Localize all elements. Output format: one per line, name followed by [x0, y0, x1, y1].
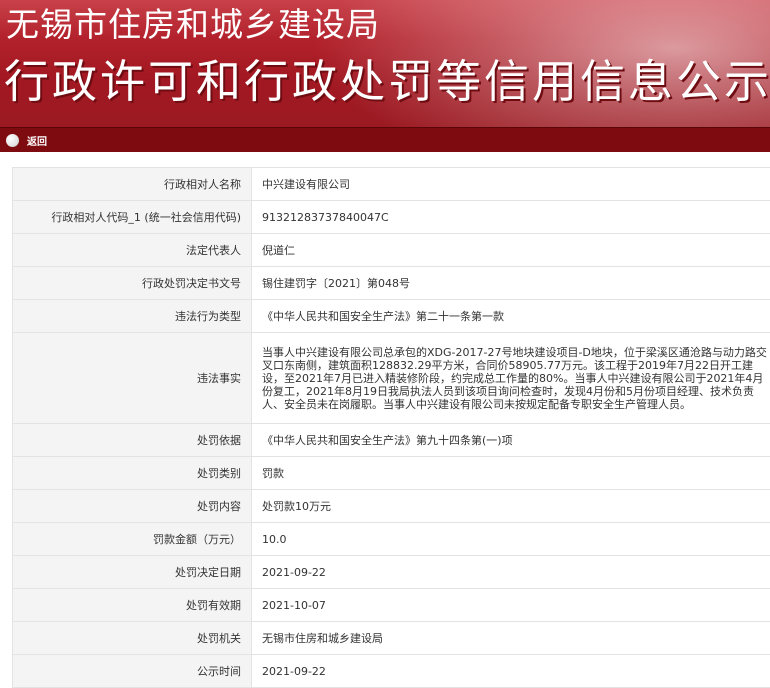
- table-row: 处罚内容 处罚款10万元: [13, 490, 770, 523]
- table-row: 违法行为类型 《中华人民共和国安全生产法》第二十一条第一款: [13, 300, 770, 333]
- row-label: 行政处罚决定书文号: [13, 267, 252, 300]
- row-value: 当事人中兴建设有限公司总承包的XDG-2017-27号地块建设项目-D地块，位于…: [252, 333, 770, 424]
- row-value: 处罚款10万元: [252, 490, 770, 523]
- row-value: 《中华人民共和国安全生产法》第九十四条第(一)项: [252, 424, 770, 457]
- row-label: 处罚机关: [13, 622, 252, 655]
- header-banner: 无锡市住房和城乡建设局 行政许可和行政处罚等信用信息公示专栏: [0, 0, 770, 127]
- row-label: 公示时间: [13, 655, 252, 688]
- table-row: 处罚决定日期 2021-09-22: [13, 556, 770, 589]
- row-label: 违法行为类型: [13, 300, 252, 333]
- row-value: 10.0: [252, 523, 770, 556]
- circle-bullet-icon: [6, 134, 19, 147]
- row-value: 倪道仁: [252, 234, 770, 267]
- site-title: 无锡市住房和城乡建设局: [6, 2, 380, 48]
- row-label: 处罚内容: [13, 490, 252, 523]
- row-label: 行政相对人名称: [13, 168, 252, 201]
- row-value: 91321283737840047C: [252, 201, 770, 234]
- row-value: 2021-10-07: [252, 589, 770, 622]
- table-row: 行政相对人名称 中兴建设有限公司: [13, 168, 770, 201]
- row-label: 违法事实: [13, 333, 252, 424]
- nav-bar: 返回: [0, 127, 770, 152]
- back-button[interactable]: 返回: [6, 132, 47, 148]
- row-label: 法定代表人: [13, 234, 252, 267]
- row-label: 处罚有效期: [13, 589, 252, 622]
- table-row: 处罚有效期 2021-10-07: [13, 589, 770, 622]
- row-value: 无锡市住房和城乡建设局: [252, 622, 770, 655]
- table-row: 公示时间 2021-09-22: [13, 655, 770, 688]
- back-label: 返回: [27, 133, 47, 148]
- table-row: 处罚依据 《中华人民共和国安全生产法》第九十四条第(一)项: [13, 424, 770, 457]
- table-row: 罚款金额（万元） 10.0: [13, 523, 770, 556]
- penalty-info-table: 行政相对人名称 中兴建设有限公司 行政相对人代码_1 (统一社会信用代码) 91…: [12, 167, 770, 688]
- table-row: 处罚机关 无锡市住房和城乡建设局: [13, 622, 770, 655]
- row-label: 处罚类别: [13, 457, 252, 490]
- row-label: 罚款金额（万元）: [13, 523, 252, 556]
- site-subtitle: 行政许可和行政处罚等信用信息公示专栏: [4, 52, 770, 112]
- row-value: 《中华人民共和国安全生产法》第二十一条第一款: [252, 300, 770, 333]
- row-label: 处罚依据: [13, 424, 252, 457]
- row-value: 2021-09-22: [252, 556, 770, 589]
- table-row: 法定代表人 倪道仁: [13, 234, 770, 267]
- table-row: 行政处罚决定书文号 锡住建罚字〔2021〕第048号: [13, 267, 770, 300]
- table-row: 行政相对人代码_1 (统一社会信用代码) 91321283737840047C: [13, 201, 770, 234]
- row-label: 处罚决定日期: [13, 556, 252, 589]
- row-label: 行政相对人代码_1 (统一社会信用代码): [13, 201, 252, 234]
- row-value: 锡住建罚字〔2021〕第048号: [252, 267, 770, 300]
- row-value: 罚款: [252, 457, 770, 490]
- row-value: 中兴建设有限公司: [252, 168, 770, 201]
- table-row: 违法事实 当事人中兴建设有限公司总承包的XDG-2017-27号地块建设项目-D…: [13, 333, 770, 424]
- table-row: 处罚类别 罚款: [13, 457, 770, 490]
- row-value: 2021-09-22: [252, 655, 770, 688]
